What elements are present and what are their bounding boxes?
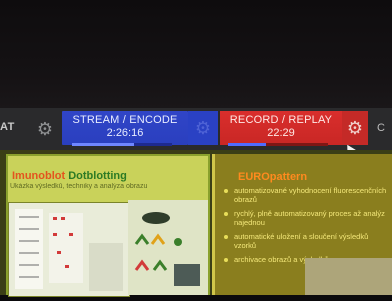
blot-strips-illustration: [15, 209, 123, 291]
slide-left-subtitle: Ukázka výsledků, techniky a analýza obra…: [10, 183, 148, 190]
stream-settings-gear-icon[interactable]: ⚙: [188, 111, 218, 145]
toolbar-partial-label-left: AT: [0, 121, 15, 133]
stream-progress-fill: [72, 143, 134, 146]
slide-left-photo: [8, 202, 130, 297]
slide-right-bullets: automatizované vyhodnocení fluorescenční…: [222, 186, 390, 269]
stream-progress-bar: [72, 143, 172, 146]
monitor-bezel-area: [0, 0, 392, 108]
gear-icon[interactable]: ⚙: [36, 120, 54, 138]
list-item: automatické uložení a sloučení výsledků …: [222, 232, 390, 250]
record-title: RECORD / REPLAY: [229, 114, 333, 126]
stream-title: STREAM / ENCODE: [72, 114, 178, 126]
record-settings-gear-icon[interactable]: ⚙: [342, 111, 368, 145]
list-item: automatizované vyhodnocení fluorescenční…: [222, 186, 390, 204]
record-replay-button[interactable]: RECORD / REPLAY 22:29: [220, 111, 342, 145]
stream-encode-button[interactable]: STREAM / ENCODE 2:26:16: [62, 111, 188, 145]
stream-time: 2:26:16: [106, 127, 144, 139]
record-time: 22:29: [267, 127, 295, 139]
slide-right-photo: [305, 258, 392, 295]
slide-right-title: EUROpattern: [238, 171, 308, 183]
record-progress-fill: [228, 143, 266, 146]
slide-left-title-word1: Imunoblot: [12, 170, 66, 182]
slide-left-diagram: [128, 200, 208, 295]
slide-left-title: Imunoblot Dotblotting: [12, 170, 127, 182]
assay-diagram: [134, 212, 200, 286]
toolbar-partial-label-right: C: [377, 122, 385, 134]
record-progress-bar: [228, 143, 328, 146]
list-item: rychlý, plně automatizovaný proces až an…: [222, 209, 390, 227]
slide-left-title-word2: Dotblotting: [68, 170, 127, 182]
